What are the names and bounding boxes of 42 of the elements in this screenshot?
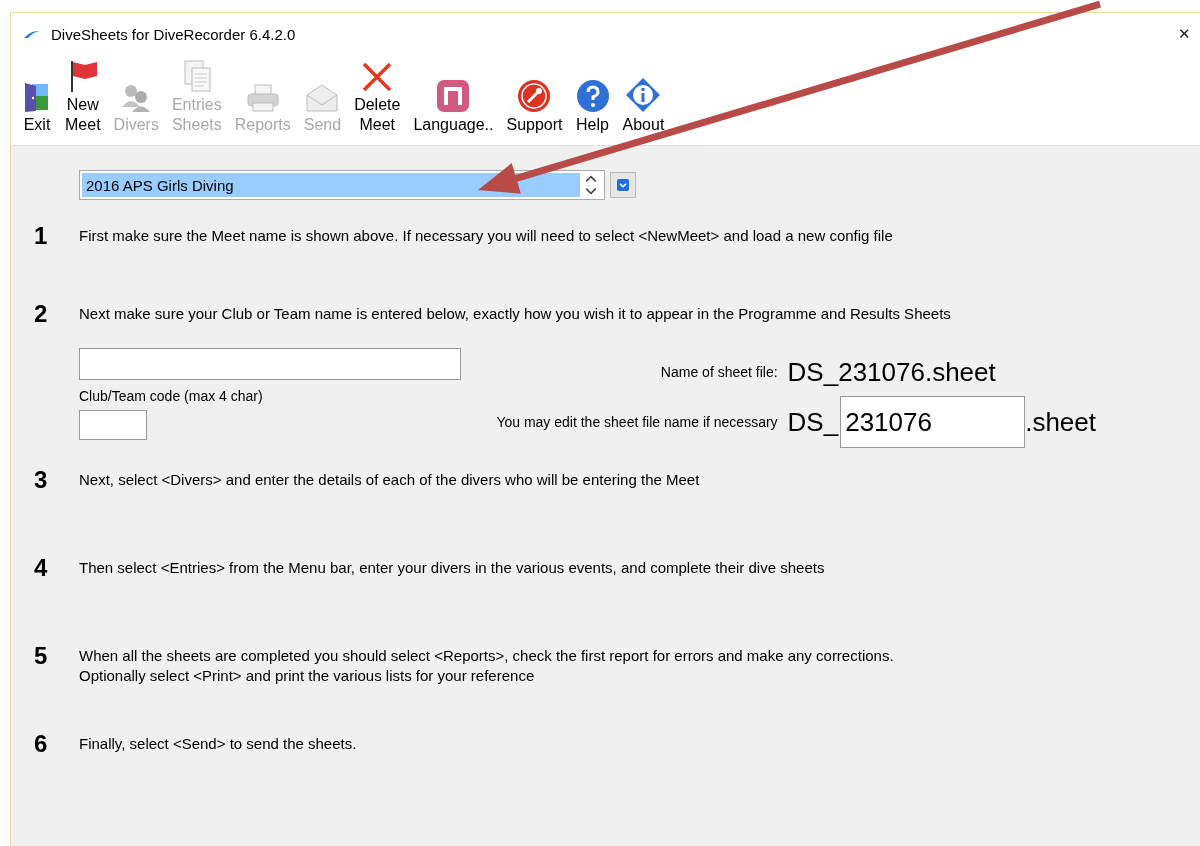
toolbar-button[interactable]: Support <box>503 55 566 135</box>
meet-select[interactable]: 2016 APS Girls Diving <box>79 170 605 200</box>
toolbar-button[interactable]: Delete Meet <box>351 55 404 135</box>
window-title: DiveSheets for DiveRecorder 6.4.2.0 <box>51 25 296 43</box>
cross-icon <box>361 61 394 93</box>
square-icon <box>436 79 471 113</box>
step-number: 4 <box>34 558 49 578</box>
step-text: First make sure the Meet name is shown above. If necessary you will need to select <NewMeet> and load a new config file <box>79 226 894 246</box>
step-number: 1 <box>34 226 49 246</box>
step-number: 2 <box>34 304 49 324</box>
help-icon <box>575 79 610 113</box>
envelope-icon <box>305 83 340 113</box>
file-prefix: DS_ <box>787 406 839 438</box>
file-suffix: .sheet <box>1025 406 1096 438</box>
field-label: Club/Team code (max 4 char) <box>79 388 264 404</box>
sheet-file-name: DS_231076.sheet <box>787 355 997 389</box>
step-number: 3 <box>34 470 49 490</box>
step-number: 6 <box>34 734 49 754</box>
sheet-file-field[interactable]: 231076 <box>840 396 1026 448</box>
wrench-icon <box>517 79 552 113</box>
field-label: You may edit the sheet file name if necessary <box>496 414 778 430</box>
step-text: Next make sure your Club or Team name is entered below, exactly how you wish it to appear in the Programme and Results Sheets <box>79 304 952 324</box>
close-button[interactable]: ✕ <box>1178 25 1200 43</box>
app-logo-icon <box>23 29 41 39</box>
toolbar-button[interactable]: Help <box>572 55 613 135</box>
club-code-field[interactable] <box>79 410 147 440</box>
toolbar-button[interactable]: Exit <box>19 55 55 135</box>
dropdown-button[interactable] <box>610 172 636 198</box>
toolbar-button[interactable]: New Meet <box>62 55 104 135</box>
info-icon <box>625 77 662 113</box>
step-number: 5 <box>34 646 49 671</box>
step-text: Next, select <Divers> and enter the details of each of the divers who will be entering the Meet <box>79 470 701 490</box>
printer-icon <box>245 83 280 113</box>
step-text: Finally, select <Send> to send the sheets. <box>79 734 358 754</box>
toolbar-button[interactable]: Language.. <box>410 55 497 135</box>
step-text: Optionally select <Print> and print the various lists for your reference <box>79 666 536 686</box>
field-label: Name of sheet file: <box>660 364 778 380</box>
step-text: Then select <Entries> from the Menu bar, enter your divers in the various events, and complete their dive sheets <box>79 558 826 578</box>
selected-meet-text: 2016 APS Girls Diving <box>82 173 580 197</box>
toolbar-button[interactable]: About <box>619 55 668 135</box>
club-name-field[interactable] <box>79 348 461 380</box>
step-text: When all the sheets are completed you should select <Reports>, check the first report for errors and make any corrections. <box>79 646 895 666</box>
